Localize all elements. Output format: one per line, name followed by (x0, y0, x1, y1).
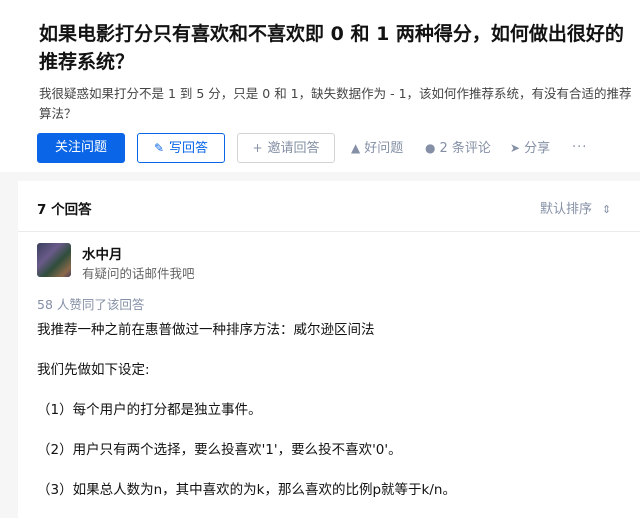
sort-label: 默认排序 (540, 202, 593, 217)
author-name[interactable]: 水中月 (82, 243, 123, 263)
paper-plane-icon: ➤ (510, 141, 521, 155)
more-options-button[interactable]: ··· (572, 138, 587, 158)
answer-paragraph: 我推荐一种之前在惠普做过一种排序方法：威尔逊区间法 (37, 322, 375, 338)
comments-label: 2 条评论 (439, 141, 491, 156)
answers-card: 7 个回答 默认排序 ⇕ 水中月 有疑问的话邮件我吧 58 人赞同了该回答 我推荐… (18, 181, 640, 518)
answer-paragraph: 我们先做如下设定: (37, 362, 150, 378)
add-user-icon: + (252, 141, 263, 155)
answer-paragraph: （3）如果总人数为n，其中喜欢的为k，那么喜欢的比例p就等于k/n。 (37, 482, 456, 498)
sort-dropdown[interactable]: 默认排序 ⇕ (540, 198, 611, 217)
follow-question-label: 关注问题 (54, 140, 107, 155)
thumbs-up-icon: ▲ (351, 141, 361, 155)
invite-answer-button[interactable]: + 邀请回答 (237, 133, 335, 163)
vote-count: 58 人赞同了该回答 (37, 297, 145, 312)
answer-count: 7 个回答 (37, 202, 92, 218)
question-description: 我很疑惑如果打分不是 1 到 5 分，只是 0 和 1，缺失数据作为 - 1，该… (39, 86, 632, 121)
share-label: 分享 (524, 141, 551, 156)
pencil-icon: ✎ (153, 141, 165, 155)
comments-button[interactable]: ● 2 条评论 (425, 138, 491, 159)
write-answer-button[interactable]: ✎ 写回答 (137, 133, 225, 163)
share-button[interactable]: ➤ 分享 (510, 138, 550, 159)
sort-chevron-icon: ⇕ (602, 203, 612, 216)
good-question-button[interactable]: ▲ 好问题 (351, 138, 403, 159)
invite-answer-label: 邀请回答 (267, 141, 320, 156)
question-card: 如果电影打分只有喜欢和不喜欢即 0 和 1 两种得分，如何做出很好的推荐系统？ … (0, 0, 640, 172)
answer-paragraph: （2）用户只有两个选择，要么投喜欢'1'，要么投不喜欢'0'。 (37, 442, 402, 458)
avatar[interactable] (37, 243, 71, 277)
answers-header: 7 个回答 默认排序 ⇕ (18, 181, 640, 232)
comment-bubble-icon: ● (425, 141, 436, 155)
write-answer-label: 写回答 (169, 141, 209, 156)
follow-question-button[interactable]: 关注问题 (37, 133, 125, 163)
author-bio: 有疑问的话邮件我吧 (82, 266, 195, 281)
answer-paragraph: （1）每个用户的打分都是独立事件。 (37, 402, 262, 418)
question-title[interactable]: 如果电影打分只有喜欢和不喜欢即 0 和 1 两种得分，如何做出很好的推荐系统？ (39, 20, 629, 76)
good-question-label: 好问题 (364, 141, 404, 156)
